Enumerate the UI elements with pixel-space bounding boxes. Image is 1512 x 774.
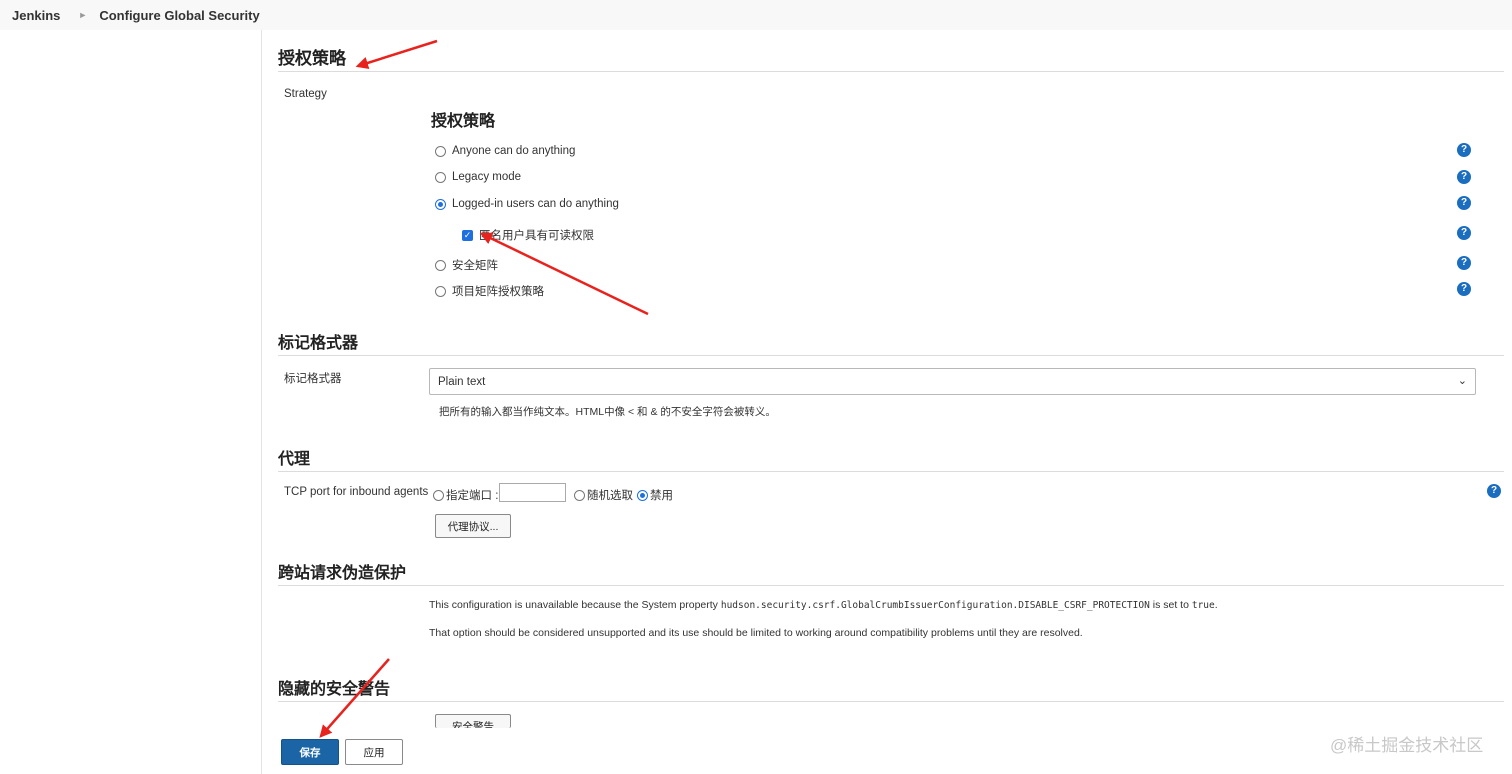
radio-security-matrix[interactable]: 安全矩阵 [435,257,498,273]
csrf-text-mid: is set to [1152,599,1189,611]
markup-label: 标记格式器 [284,373,342,385]
question-circle-icon[interactable]: ? [1487,484,1501,498]
question-circle-icon[interactable]: ? [1457,256,1471,270]
security-warnings-button[interactable]: 安全警告 [435,714,511,728]
markup-section-title: 标记格式器 [278,333,1504,356]
chevron-down-icon: ⌄ [1457,375,1467,387]
radio-button[interactable] [433,489,444,501]
radio-button-selected[interactable] [435,198,446,210]
csrf-property: hudson.security.csrf.GlobalCrumbIssuerCo… [720,600,1150,611]
authorization-sub-title: 授权策略 [431,111,496,130]
watermark: @稀土掘金技术社区 [1330,736,1484,755]
radio-anyone[interactable]: Anyone can do anything [435,145,575,157]
csrf-note-2: That option should be considered unsuppo… [429,627,1083,639]
security-warnings-button-label: 安全警告 [452,721,494,728]
radio-logged-in-label: Logged-in users can do anything [452,198,619,210]
radio-security-matrix-label: 安全矩阵 [452,260,498,272]
radio-project-matrix-label: 项目矩阵授权策略 [452,286,544,298]
radio-button[interactable] [435,259,446,271]
radio-anyone-label: Anyone can do anything [452,145,576,157]
chevron-right-icon: ► [78,10,88,20]
authorization-section-title: 授权策略 [278,49,1504,72]
apply-button[interactable]: 应用 [345,739,403,765]
markup-description: 把所有的输入都当作纯文本。HTML中像 < 和 & 的不安全字符会被转义。 [439,406,776,418]
radio-project-matrix[interactable]: 项目矩阵授权策略 [435,283,544,299]
markup-formatter-select[interactable]: Plain text ⌄ [429,368,1476,395]
radio-fixed-port[interactable]: 指定端口 : [433,487,498,503]
radio-fixed-port-label: 指定端口 : [446,490,499,502]
question-circle-icon[interactable]: ? [1457,143,1471,157]
question-circle-icon[interactable]: ? [1457,196,1471,210]
breadcrumb-current[interactable]: Configure Global Security [99,8,259,23]
question-circle-icon[interactable]: ? [1457,282,1471,296]
csrf-value: true [1191,600,1215,611]
tcp-port-label: TCP port for inbound agents [284,486,429,498]
checkbox-checked[interactable]: ✓ [462,229,473,241]
radio-logged-in[interactable]: Logged-in users can do anything [435,198,619,210]
radio-disable-port-label: 禁用 [650,490,673,502]
sidebar [0,30,262,774]
save-button[interactable]: 保存 [281,739,339,765]
agent-protocols-button[interactable]: 代理协议... [435,514,511,538]
radio-legacy[interactable]: Legacy mode [435,171,521,183]
csrf-note: This configuration is unavailable becaus… [429,599,1218,611]
markup-selected-value: Plain text [438,375,486,388]
radio-random-port-label: 随机选取 [587,490,633,502]
question-circle-icon[interactable]: ? [1457,170,1471,184]
csrf-text-prefix: This configuration is unavailable becaus… [429,599,718,611]
csrf-text-end: . [1214,599,1218,611]
radio-button[interactable] [574,489,585,501]
port-input[interactable] [499,483,566,502]
annotation-arrow-2 [479,232,649,316]
csrf-section-title: 跨站请求伪造保护 [278,563,1504,586]
strategy-label: Strategy [284,88,327,100]
breadcrumb-jenkins[interactable]: Jenkins [12,8,60,23]
question-circle-icon[interactable]: ? [1457,226,1471,240]
checkbox-anonymous-read[interactable]: ✓ 匿名用户具有可读权限 [462,227,594,243]
agents-section-title: 代理 [278,449,1504,472]
breadcrumb: Jenkins ► Configure Global Security [0,0,1512,30]
checkbox-anonymous-read-label: 匿名用户具有可读权限 [479,230,594,242]
radio-button[interactable] [435,171,446,183]
radio-button-selected[interactable] [637,489,648,501]
hidden-warnings-section-title: 隐藏的安全警告 [278,679,1504,702]
radio-legacy-label: Legacy mode [452,171,522,183]
radio-random-port[interactable]: 随机选取 [574,487,633,503]
radio-button[interactable] [435,145,446,157]
radio-button[interactable] [435,285,446,297]
radio-disable-port[interactable]: 禁用 [637,487,673,503]
